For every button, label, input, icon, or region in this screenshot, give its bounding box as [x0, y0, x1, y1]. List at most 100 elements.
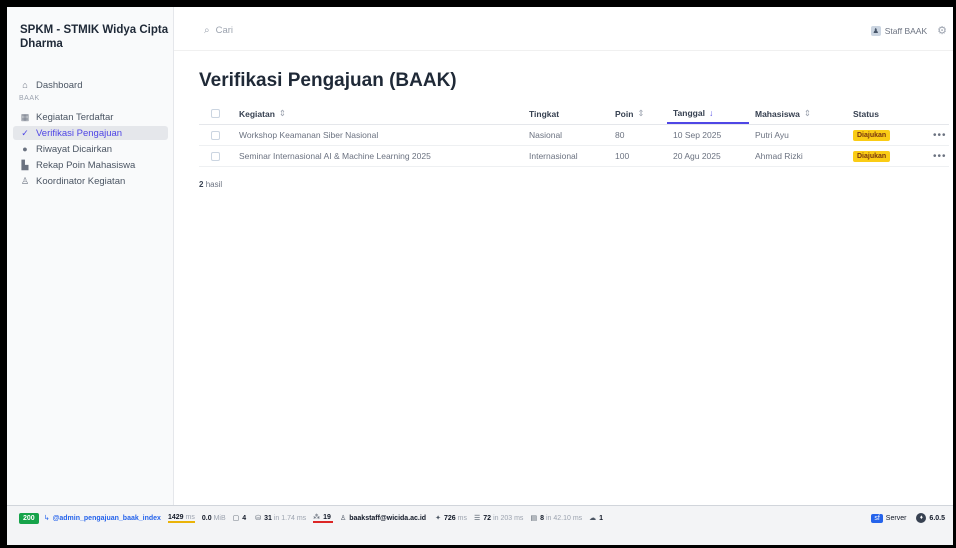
- sidebar-item-dashboard[interactable]: ⌂ Dashboard: [13, 78, 168, 92]
- column-header-tingkat[interactable]: Tingkat: [529, 103, 559, 124]
- sidebar-item-label: Koordinator Kegiatan: [36, 175, 126, 187]
- status-code-badge[interactable]: 200: [19, 512, 39, 524]
- sidebar: SPKM - STMIK Widya Cipta Dharma ⌂ Dashbo…: [7, 7, 174, 505]
- cell-tanggal: 10 Sep 2025: [673, 130, 722, 140]
- column-label: Mahasiswa: [755, 108, 800, 119]
- forms-value: 4: [242, 514, 247, 522]
- column-header-kegiatan[interactable]: Kegiatan ⇕: [239, 103, 286, 124]
- chart-icon: ▙: [21, 159, 29, 170]
- table-row[interactable]: Workshop Keamanan Siber Nasional Nasiona…: [199, 125, 949, 146]
- submissions-table: Kegiatan ⇕ Tingkat Poin ⇕ Tanggal ↓ Mahasis…: [199, 103, 949, 167]
- websocket-panel[interactable]: ☁ 1: [589, 514, 605, 523]
- cell-mahasiswa: Putri Ayu: [755, 130, 789, 140]
- column-header-poin[interactable]: Poin ⇕: [615, 103, 645, 124]
- column-label: Tanggal: [673, 107, 705, 118]
- result-count-number: 2: [199, 180, 204, 189]
- gear-icon[interactable]: ⚙: [937, 24, 947, 37]
- cell-kegiatan: Seminar Internasional AI & Machine Learn…: [239, 151, 431, 161]
- symfony-logo-icon: ♦: [916, 513, 927, 523]
- sidebar-item-koordinator-kegiatan[interactable]: ♙ Koordinator Kegiatan: [13, 174, 168, 188]
- db-detail: in 42.10 ms: [545, 514, 583, 522]
- sidebar-section-label: BAAK: [19, 95, 40, 102]
- user-icon: ♙: [339, 515, 347, 522]
- result-count: 2 hasil: [199, 180, 222, 189]
- user-menu[interactable]: ♟ Staff BAAK ⚙: [870, 24, 947, 37]
- sidebar-item-kegiatan-terdaftar[interactable]: ▦ Kegiatan Terdaftar: [13, 110, 168, 124]
- column-header-mahasiswa[interactable]: Mahasiswa ⇕: [755, 103, 811, 124]
- sidebar-item-label: Riwayat Dicairkan: [36, 143, 113, 155]
- cache-detail: in 1.74 ms: [273, 514, 307, 522]
- ws-icon: ☁: [589, 515, 597, 522]
- table-header: Kegiatan ⇕ Tingkat Poin ⇕ Tanggal ↓ Mahasis…: [199, 103, 949, 125]
- users-icon: ♙: [20, 175, 30, 186]
- cell-kegiatan: Workshop Keamanan Siber Nasional: [239, 130, 379, 140]
- sidebar-item-rekap-poin[interactable]: ▙ Rekap Poin Mahasiswa: [13, 158, 168, 172]
- select-all-checkbox[interactable]: [211, 109, 220, 118]
- time-value: 1429: [167, 513, 184, 521]
- table-row[interactable]: Seminar Internasional AI & Machine Learn…: [199, 146, 949, 167]
- cell-tingkat: Nasional: [529, 130, 563, 140]
- user-name: Staff BAAK: [884, 25, 928, 36]
- column-label: Poin: [615, 108, 634, 119]
- sort-desc-icon: ↓: [708, 107, 714, 118]
- sidebar-item-label: Verifikasi Pengajuan: [36, 127, 123, 139]
- row-actions-button[interactable]: •••: [933, 151, 947, 162]
- check-list-icon: ✓: [21, 127, 29, 138]
- route-name: @admin_pengajuan_baak_index: [52, 514, 161, 522]
- time-panel[interactable]: 1429 ms: [167, 513, 195, 523]
- topbar: ⌕ Cari ♟ Staff BAAK ⚙: [174, 7, 953, 51]
- user-avatar-icon: ♟: [870, 25, 881, 36]
- app-brand[interactable]: SPKM - STMIK Widya Cipta Dharma: [20, 23, 170, 51]
- cell-tingkat: Internasional: [529, 151, 578, 161]
- security-user: baakstaff@wicida.ac.id: [349, 514, 427, 522]
- result-count-label: hasil: [205, 180, 223, 189]
- row-checkbox[interactable]: [211, 151, 220, 161]
- history-icon: ●: [22, 144, 28, 154]
- translation-panel[interactable]: ⁂ 19: [313, 513, 333, 523]
- db-value: 8: [540, 514, 544, 522]
- memory-value: 0.0: [201, 514, 212, 522]
- doctrine-panel[interactable]: ☰ 72 in 203 ms: [474, 514, 524, 523]
- grid-icon: ▦: [20, 111, 30, 122]
- server-label[interactable]: Server: [886, 515, 907, 522]
- doctrine-value: 72: [483, 514, 492, 522]
- doctrine-detail: in 203 ms: [493, 514, 524, 522]
- cache-icon: ⛁: [255, 515, 262, 522]
- column-label: Tingkat: [529, 108, 560, 119]
- row-actions-button[interactable]: •••: [933, 130, 947, 141]
- database-icon: ▤: [530, 515, 538, 522]
- route-panel[interactable]: ↳ @admin_pengajuan_baak_index: [44, 514, 161, 523]
- ws-value: 1: [599, 514, 604, 522]
- column-header-status[interactable]: Status: [853, 103, 879, 124]
- search-input[interactable]: ⌕ Cari: [204, 25, 233, 36]
- column-label: Kegiatan: [239, 108, 275, 119]
- app-window: SPKM - STMIK Widya Cipta Dharma ⌂ Dashbo…: [7, 7, 953, 545]
- column-label: Status: [853, 108, 879, 119]
- cell-poin: 100: [615, 151, 630, 161]
- sort-icon: ⇕: [278, 108, 287, 118]
- memory-panel[interactable]: 0.0 MiB: [202, 515, 226, 522]
- sidebar-item-verifikasi-pengajuan[interactable]: ✓ Verifikasi Pengajuan: [13, 126, 168, 140]
- cache-value: 31: [264, 514, 272, 522]
- sort-icon: ⇕: [637, 108, 645, 118]
- page-title: Verifikasi Pengajuan (BAAK): [199, 70, 457, 91]
- forms-panel[interactable]: ▢ 4: [233, 514, 249, 523]
- time-unit: ms: [185, 513, 195, 521]
- security-panel[interactable]: ♙ baakstaff@wicida.ac.id: [339, 514, 428, 523]
- sort-icon: ⇕: [803, 108, 812, 118]
- home-icon: ⌂: [22, 80, 28, 90]
- cell-poin: 80: [615, 130, 625, 140]
- db-panel[interactable]: ▤ 8 in 42.10 ms: [530, 514, 583, 523]
- column-header-tanggal[interactable]: Tanggal ↓: [667, 103, 749, 124]
- sidebar-item-label: Kegiatan Terdaftar: [36, 111, 114, 123]
- symfony-version[interactable]: 6.0.5: [929, 515, 945, 522]
- memory-unit: MiB: [213, 514, 226, 522]
- search-placeholder: Cari: [215, 25, 234, 36]
- server-icon: sf: [871, 513, 883, 523]
- sidebar-item-label: Dashboard: [36, 79, 83, 91]
- row-checkbox[interactable]: [211, 130, 220, 140]
- search-icon: ⌕: [204, 25, 210, 36]
- twig-panel[interactable]: ✦ 726 ms: [435, 514, 467, 523]
- cache-panel[interactable]: ⛁ 31 in 1.74 ms: [255, 514, 307, 523]
- sidebar-item-riwayat-dicairkan[interactable]: ● Riwayat Dicairkan: [13, 142, 168, 156]
